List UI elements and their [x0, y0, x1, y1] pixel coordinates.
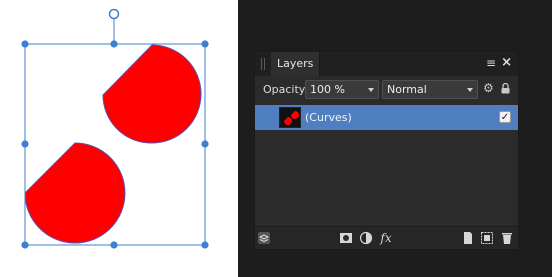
panel-footer: fx: [255, 226, 518, 249]
panel-menu-icon[interactable]: ≡: [486, 56, 496, 70]
tab-layers[interactable]: Layers: [271, 52, 321, 76]
chevron-down-icon: [467, 88, 473, 92]
lower-half-circle-shape[interactable]: [24, 142, 126, 244]
canvas-artwork: [21, 8, 209, 249]
panel-grip-icon[interactable]: [260, 58, 266, 70]
layer-name: (Curves): [305, 111, 352, 124]
opacity-value: 100 %: [310, 83, 345, 96]
lock-icon[interactable]: [501, 83, 510, 94]
layers-panel: Layers ≡ × Opacity: 100 % Normal ⚙ (Curv…: [254, 51, 519, 250]
document-canvas[interactable]: [0, 0, 238, 277]
mask-layer-icon[interactable]: [339, 231, 353, 245]
upper-half-circle-shape[interactable]: [102, 44, 202, 144]
trash-icon[interactable]: [500, 231, 514, 245]
opacity-label: Opacity:: [263, 83, 309, 96]
visibility-checkbox[interactable]: ✓: [499, 111, 511, 123]
layers-stack-icon[interactable]: [257, 231, 271, 245]
rotation-handle[interactable]: [108, 8, 120, 20]
add-pixel-layer-icon[interactable]: [461, 231, 475, 245]
layer-list: (Curves) ✓: [255, 103, 518, 228]
adjustment-layer-icon[interactable]: [359, 231, 373, 245]
layers-toolbar: Opacity: 100 % Normal ⚙: [255, 76, 518, 103]
add-group-icon[interactable]: [480, 231, 494, 245]
layer-thumbnail: [279, 107, 301, 128]
fx-icon[interactable]: fx: [379, 231, 393, 245]
blend-mode-dropdown[interactable]: Normal: [382, 80, 478, 99]
panel-header: Layers ≡ ×: [255, 52, 518, 76]
close-icon[interactable]: ×: [501, 55, 512, 71]
chevron-down-icon: [368, 88, 374, 92]
gear-icon[interactable]: ⚙: [483, 82, 496, 95]
blend-mode-value: Normal: [387, 83, 427, 96]
layer-row[interactable]: (Curves) ✓: [255, 105, 518, 130]
opacity-dropdown[interactable]: 100 %: [305, 80, 379, 99]
